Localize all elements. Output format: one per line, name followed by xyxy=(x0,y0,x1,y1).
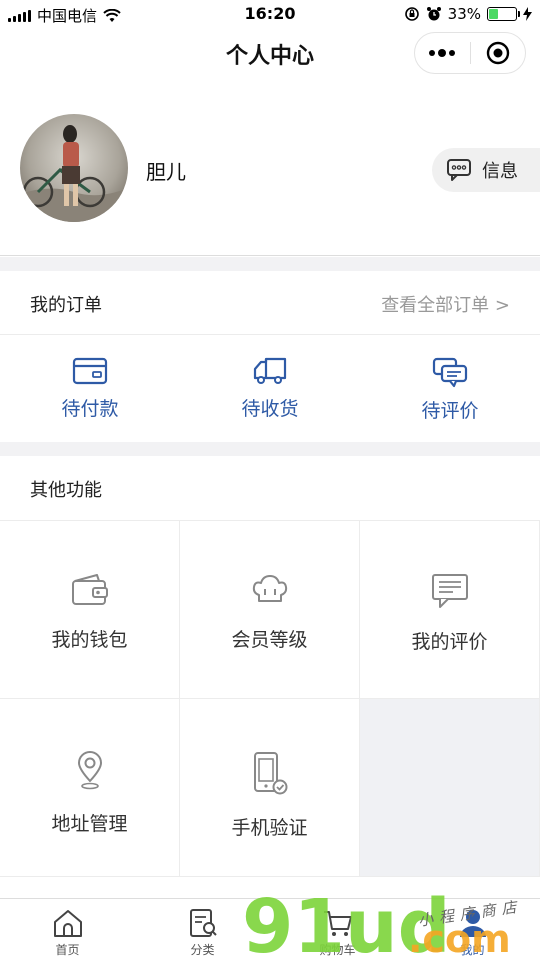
wallet-icon xyxy=(71,574,108,605)
miniprogram-capsule xyxy=(414,32,526,74)
tab-label: 我的 xyxy=(460,943,485,957)
orders-row: 待付款 待收货 待评价 xyxy=(0,336,540,442)
order-item-label: 待评价 xyxy=(421,400,479,422)
phone-verify-cell[interactable]: 手机验证 xyxy=(180,699,360,877)
close-target-icon xyxy=(486,41,509,65)
tab-home[interactable]: 首页 xyxy=(0,899,135,960)
address-cell[interactable]: 地址管理 xyxy=(0,699,180,877)
order-pending-receipt[interactable]: 待收货 xyxy=(180,336,360,442)
order-item-label: 待付款 xyxy=(61,398,119,420)
function-label: 手机验证 xyxy=(231,817,308,839)
user-icon xyxy=(459,910,486,937)
category-search-icon xyxy=(189,909,217,937)
my-reviews-cell[interactable]: 我的评价 xyxy=(360,521,540,699)
tab-bar: 首页 分类 购物车 我的 xyxy=(0,898,540,960)
battery-percent: 33% xyxy=(447,5,481,23)
info-button[interactable]: 信息 xyxy=(432,148,540,192)
info-button-label: 信息 xyxy=(482,161,518,182)
battery-icon xyxy=(487,7,520,21)
functions-grid: 我的钱包 会员等级 我的评价 地址管理 手机验证 xyxy=(0,520,540,877)
order-pending-review[interactable]: 待评价 xyxy=(360,336,540,442)
section-divider xyxy=(0,257,540,271)
status-bar: 中国电信 16:20 33% xyxy=(0,0,540,28)
wallet-cell[interactable]: 我的钱包 xyxy=(0,521,180,699)
profile-section: 胆儿 信息 xyxy=(0,80,540,256)
charging-icon xyxy=(523,7,532,21)
function-label: 会员等级 xyxy=(231,629,308,651)
nav-bar: 个人中心 xyxy=(0,28,540,80)
status-right: 33% xyxy=(404,5,532,23)
home-icon xyxy=(53,910,82,937)
tab-label: 购物车 xyxy=(319,943,356,957)
rotation-lock-icon xyxy=(404,7,419,21)
tab-cart[interactable]: 购物车 xyxy=(270,899,405,960)
message-icon xyxy=(431,574,468,608)
section-divider xyxy=(0,442,540,456)
order-item-label: 待收货 xyxy=(241,398,299,420)
more-dots-icon xyxy=(429,49,456,57)
tab-category[interactable]: 分类 xyxy=(135,899,270,960)
order-pending-payment[interactable]: 待付款 xyxy=(0,336,180,442)
tab-mine[interactable]: 我的 xyxy=(405,899,540,960)
crown-icon xyxy=(252,575,287,602)
function-label: 我的钱包 xyxy=(51,629,128,651)
avatar[interactable] xyxy=(20,114,128,222)
function-label: 地址管理 xyxy=(51,813,128,835)
card-icon xyxy=(72,357,108,385)
phone-verify-icon xyxy=(253,752,287,795)
empty-cell xyxy=(360,699,540,877)
more-button[interactable] xyxy=(415,33,470,73)
functions-title: 其他功能 xyxy=(30,480,102,501)
cart-icon xyxy=(323,911,352,936)
message-bubble-icon xyxy=(447,159,471,181)
view-all-orders-link[interactable]: 查看全部订单 > xyxy=(381,291,510,317)
tab-label: 首页 xyxy=(55,943,80,957)
orders-title: 我的订单 xyxy=(30,295,102,316)
alarm-icon xyxy=(426,7,441,21)
membership-cell[interactable]: 会员等级 xyxy=(180,521,360,699)
location-pin-icon xyxy=(77,751,102,790)
orders-header: 我的订单 查看全部订单 > xyxy=(0,271,540,335)
user-name: 胆儿 xyxy=(146,160,186,184)
function-label: 我的评价 xyxy=(411,631,488,653)
truck-icon xyxy=(253,357,287,384)
tab-label: 分类 xyxy=(190,943,215,957)
close-miniprogram-button[interactable] xyxy=(471,33,526,73)
functions-header: 其他功能 xyxy=(0,456,540,520)
comment-icon xyxy=(432,357,468,388)
